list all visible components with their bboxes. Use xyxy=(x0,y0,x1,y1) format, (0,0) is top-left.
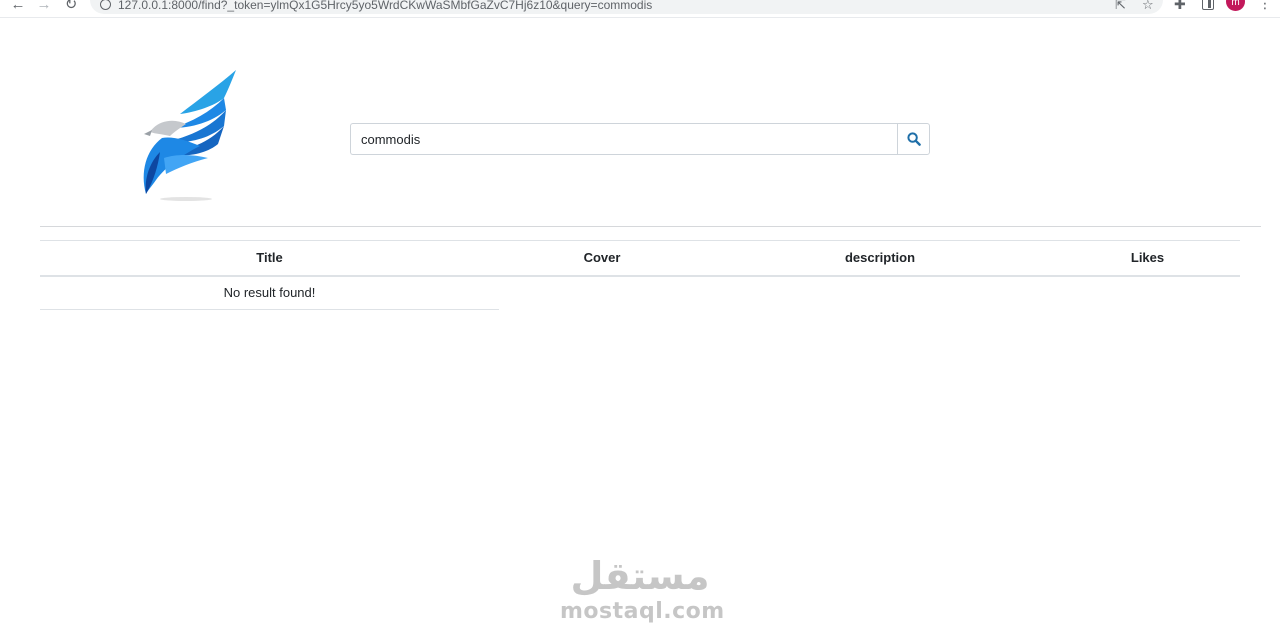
browser-toolbar: ← → ↻ 127.0.0.1:8000/find?_token=ylmQx1G… xyxy=(0,0,1280,18)
watermark: مستقل mostaql.com xyxy=(560,553,725,633)
share-icon[interactable]: ⇱ xyxy=(1115,0,1126,12)
empty-cell xyxy=(1055,276,1240,310)
search-icon xyxy=(906,132,921,146)
watermark-arabic: مستقل xyxy=(570,554,710,598)
search-button[interactable] xyxy=(897,123,930,155)
forward-arrow-icon[interactable]: → xyxy=(35,0,53,14)
column-header-description: description xyxy=(705,240,1055,277)
site-logo[interactable] xyxy=(100,62,270,207)
search-form xyxy=(350,123,930,155)
side-panel-icon[interactable] xyxy=(1202,0,1214,10)
profile-avatar[interactable]: m xyxy=(1226,0,1245,11)
back-arrow-icon[interactable]: ← xyxy=(9,0,27,14)
search-input[interactable] xyxy=(350,123,897,155)
watermark-latin: mostaql.com xyxy=(560,599,725,624)
bookmark-star-icon[interactable]: ☆ xyxy=(1142,0,1154,12)
results-table: Title Cover description Likes No result … xyxy=(40,240,1240,310)
column-header-likes: Likes xyxy=(1055,240,1240,277)
empty-cell xyxy=(499,276,705,310)
more-menu-icon[interactable]: ⋮ xyxy=(1258,0,1272,10)
reload-icon[interactable]: ↻ xyxy=(62,0,80,14)
site-info-icon[interactable] xyxy=(100,0,111,10)
table-row: No result found! xyxy=(40,275,1240,310)
address-bar[interactable]: 127.0.0.1:8000/find?_token=ylmQx1G5Hrcy5… xyxy=(90,0,1163,14)
header-divider xyxy=(40,226,1261,227)
column-header-cover: Cover xyxy=(499,240,705,277)
no-results-message: No result found! xyxy=(40,275,499,310)
empty-cell xyxy=(705,276,1055,310)
bird-logo-icon xyxy=(143,70,236,201)
url-text[interactable]: 127.0.0.1:8000/find?_token=ylmQx1G5Hrcy5… xyxy=(118,0,652,12)
extensions-puzzle-icon[interactable]: ✚ xyxy=(1174,0,1186,11)
table-header-row: Title Cover description Likes xyxy=(40,240,1240,277)
column-header-title: Title xyxy=(40,240,499,277)
